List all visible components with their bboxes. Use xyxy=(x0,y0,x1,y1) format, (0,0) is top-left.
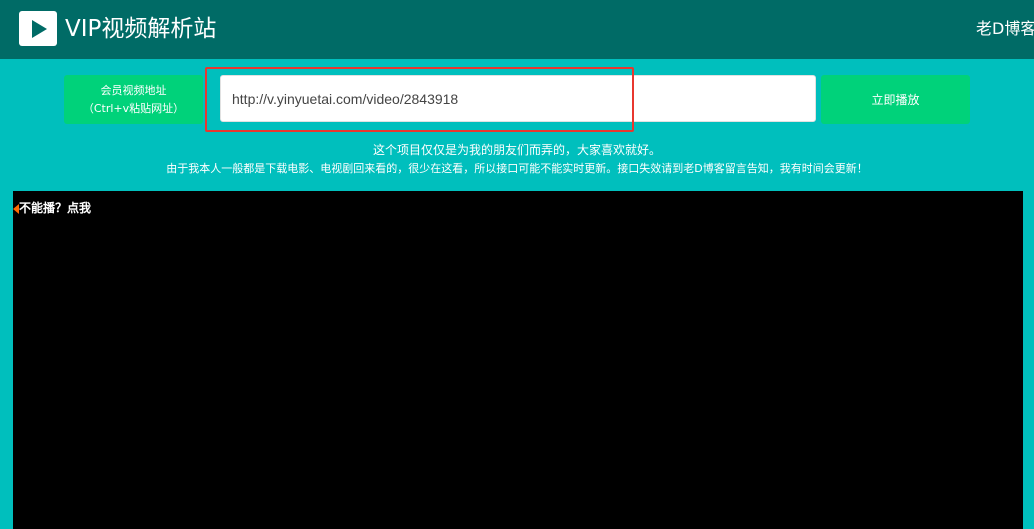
cant-play-link[interactable]: 不能播？点我 xyxy=(19,200,91,216)
video-player[interactable]: 不能播？点我 xyxy=(13,191,1023,529)
notice-line-1: 这个项目仅仅是为我的朋友们而弄的，大家喜欢就好。 xyxy=(372,143,661,157)
play-icon xyxy=(19,11,57,46)
top-header: VIP视频解析站 老D博客 xyxy=(0,0,1034,59)
url-label-line1: 会员视频地址 xyxy=(100,84,167,97)
notice-line-2: 由于我本人一般都是下载电影、电视剧回来看的，很少在这看，所以接口可能不能实时更新… xyxy=(166,162,868,175)
video-url-input[interactable] xyxy=(220,75,816,122)
play-now-button[interactable]: 立即播放 xyxy=(821,75,970,124)
url-label: 会员视频地址 （Ctrl+v粘贴网址） xyxy=(64,75,203,124)
url-label-line2: （Ctrl+v粘贴网址） xyxy=(82,102,185,115)
blog-link[interactable]: 老D博客 xyxy=(976,18,1034,40)
site-title: VIP视频解析站 xyxy=(65,16,217,42)
